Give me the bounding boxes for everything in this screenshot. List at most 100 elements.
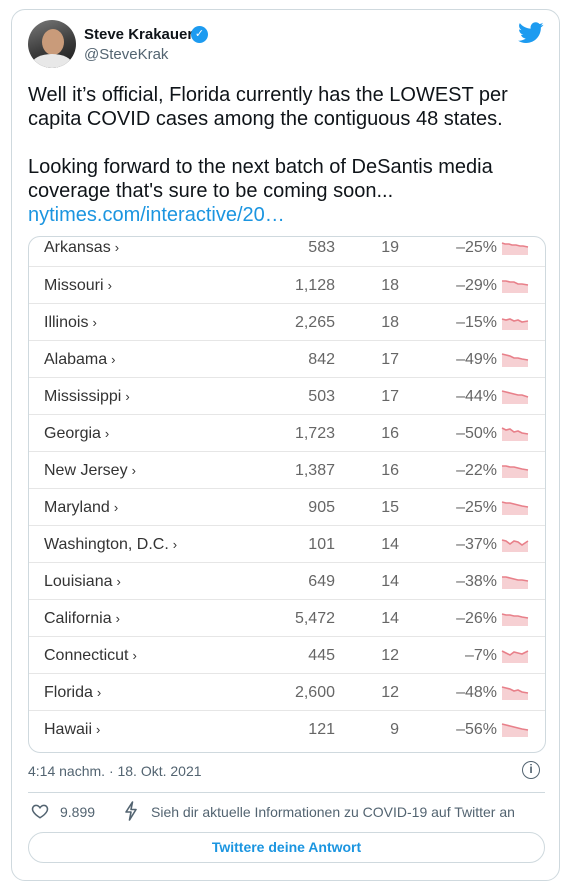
table-row: Missouri › 1,128 18 –29% [29,266,545,304]
state-name: Connecticut › [44,647,137,664]
state-name: Washington, D.C. › [44,536,178,553]
covid-table-image[interactable]: Arkansas › 583 19 –25% Missouri › 1,128 18 –29% Il… [28,236,546,753]
tweet-line-2: Looking forward to the next batch of DeS… [28,156,493,202]
reply-button[interactable]: Twittere deine Antwort [28,832,545,863]
state-name: Illinois › [44,314,97,331]
state-name: Hawaii › [44,721,101,738]
per-capita-value: 14 [381,610,399,627]
chevron-right-icon: › [125,389,130,404]
cases-value: 583 [308,239,335,256]
chevron-right-icon: › [92,315,97,330]
trend-sparkline [501,427,529,441]
twitter-bird-icon[interactable] [518,22,544,44]
author-handle[interactable]: @SteveKrak [84,46,168,64]
trend-sparkline [501,318,529,330]
table-row: Alabama › 842 17 –49% [29,340,545,378]
per-capita-value: 12 [381,647,399,664]
change-value: –15% [456,314,497,331]
info-icon[interactable]: i [522,761,540,779]
trend-sparkline [501,686,529,700]
state-name: Mississippi › [44,388,130,405]
chevron-right-icon: › [96,722,101,737]
table-row: California › 5,472 14 –26% [29,599,545,637]
change-value: –49% [456,351,497,368]
chevron-right-icon: › [132,648,137,663]
tweet-timestamp[interactable]: 4:14 nachm. · 18. Okt. 2021 [28,763,202,779]
trend-sparkline [501,242,529,255]
chevron-right-icon: › [114,240,120,255]
table-row: Hawaii › 121 9 –56% [29,710,545,748]
per-capita-value: 14 [381,536,399,553]
cases-value: 101 [308,536,335,553]
cases-value: 905 [308,499,335,516]
author-name[interactable]: Steve Krakauer [84,26,193,44]
per-capita-value: 9 [390,721,399,738]
trend-sparkline [501,353,529,367]
table-row: New Jersey › 1,387 16 –22% [29,451,545,489]
trend-sparkline [501,723,529,737]
state-name: Alabama › [44,351,116,368]
chevron-right-icon: › [115,611,120,626]
per-capita-value: 16 [381,462,399,479]
state-name: Arkansas › [44,239,120,256]
table-row: Arkansas › 583 19 –25% [29,237,545,266]
chevron-right-icon: › [107,278,112,293]
state-name: California › [44,610,120,627]
trend-sparkline [502,280,529,293]
change-value: –25% [456,239,497,256]
cases-value: 5,472 [294,610,335,627]
tweet-text: Well it’s official, Florida currently ha… [28,83,533,227]
table-row: Florida › 2,600 12 –48% [29,673,545,711]
change-value: –44% [456,388,497,405]
trend-sparkline [501,613,529,626]
cases-value: 1,387 [294,462,335,479]
heart-icon[interactable] [31,802,49,820]
cases-value: 1,128 [294,277,335,294]
change-value: –50% [456,425,497,442]
per-capita-value: 18 [381,314,399,331]
change-value: –26% [456,610,497,627]
lightning-icon [125,801,137,821]
cases-value: 503 [308,388,335,405]
chevron-right-icon: › [172,537,178,552]
table-row: Connecticut › 445 12 –7% [29,636,545,674]
state-name: Georgia › [44,425,110,442]
table-row: Georgia › 1,723 16 –50% [29,414,545,452]
chevron-right-icon: › [113,500,119,515]
chevron-right-icon: › [111,352,116,367]
divider [28,792,545,793]
change-value: –48% [456,684,497,701]
like-count[interactable]: 9.899 [60,804,95,820]
avatar[interactable] [28,20,76,68]
cases-value: 2,265 [294,314,335,331]
table-row: Washington, D.C. › 101 14 –37% [29,525,545,563]
change-value: –22% [456,462,497,479]
change-value: –56% [456,721,497,738]
cases-value: 1,723 [294,425,335,442]
tweet-line-1: Well it’s official, Florida currently ha… [28,84,508,130]
per-capita-value: 15 [381,499,399,516]
state-name: Maryland › [44,499,119,516]
chevron-right-icon: › [104,426,110,441]
cases-value: 445 [308,647,335,664]
change-value: –7% [464,647,497,664]
per-capita-value: 19 [381,239,399,256]
change-value: –38% [456,573,497,590]
per-capita-value: 17 [381,351,399,368]
table-row: Illinois › 2,265 18 –15% [29,303,545,341]
tweet-link[interactable]: nytimes.com/interactive/20… [28,204,285,226]
per-capita-value: 12 [381,684,399,701]
cases-value: 2,600 [294,684,335,701]
cases-value: 649 [308,573,335,590]
state-name: Florida › [44,684,102,701]
trend-sparkline [501,501,529,515]
per-capita-value: 17 [381,388,399,405]
chevron-right-icon: › [131,463,136,478]
verified-badge-icon: ✓ [191,26,208,43]
per-capita-value: 16 [381,425,399,442]
cases-value: 121 [308,721,335,738]
trend-sparkline [502,576,529,589]
covid-info-link[interactable]: Sieh dir aktuelle Informationen zu COVID… [151,804,515,820]
cases-value: 842 [308,351,335,368]
state-name: New Jersey › [44,462,136,479]
